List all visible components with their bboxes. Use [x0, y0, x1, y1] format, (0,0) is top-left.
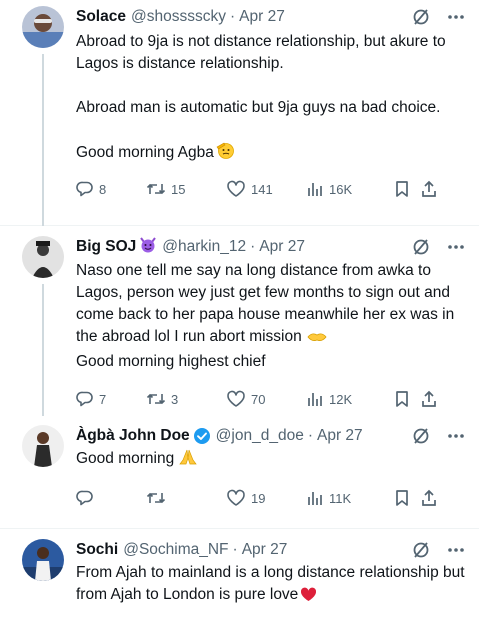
reply-button[interactable]: 7	[76, 390, 146, 408]
smiling-devil-emoji	[139, 236, 157, 259]
more-icon[interactable]	[447, 244, 465, 250]
avatar[interactable]	[22, 539, 64, 581]
more-icon[interactable]	[447, 547, 465, 553]
reply-count: 8	[99, 181, 107, 197]
reply-icon	[76, 490, 93, 506]
like-button[interactable]: 19	[226, 489, 306, 507]
repost-count: 3	[171, 391, 179, 407]
view-count: 16K	[329, 181, 353, 197]
heart-icon	[227, 390, 245, 407]
share-icon	[422, 489, 436, 506]
handle[interactable]: @shosssscky	[131, 8, 226, 26]
bookmark-icon	[396, 490, 408, 506]
thread-line	[42, 54, 44, 226]
handle[interactable]: @jon_d_doe	[216, 427, 304, 445]
bookmark-button[interactable]	[394, 180, 420, 198]
tweet-solace[interactable]: Solace @shosssscky · Apr 27 Abroad to 9j…	[0, 0, 479, 226]
more-icon[interactable]	[447, 14, 465, 20]
view-count: 12K	[329, 391, 353, 407]
repost-button[interactable]: 3	[146, 390, 226, 408]
grok-icon[interactable]	[411, 7, 431, 27]
tweet-text: Naso one tell me say na long distance fr…	[76, 262, 459, 370]
grok-icon[interactable]	[411, 540, 431, 560]
view-count: 11K	[329, 490, 352, 506]
timestamp[interactable]: Apr 27	[317, 427, 363, 445]
repost-button[interactable]	[146, 489, 226, 507]
repost-icon	[146, 183, 166, 195]
heart-icon	[227, 489, 245, 506]
tweet-big-soj[interactable]: Big SOJ @harkin_12 · Apr 27 Naso one tel…	[0, 226, 479, 416]
display-name[interactable]: Big SOJ	[76, 238, 136, 256]
bookmark-button[interactable]	[394, 390, 420, 408]
reply-count: 7	[99, 391, 107, 407]
tweet-sochi[interactable]: Sochi @Sochima_NF · Apr 27 From Ajah to …	[0, 529, 479, 609]
bookmark-icon	[396, 391, 408, 407]
reply-icon	[76, 391, 93, 407]
share-button[interactable]	[420, 489, 442, 507]
tweet-agba-john-doe[interactable]: Àgbà John Doe @jon_d_doe · Apr 27 Good m…	[0, 411, 479, 510]
timestamp[interactable]: Apr 27	[259, 238, 305, 256]
repost-count: 15	[171, 181, 186, 197]
repost-button[interactable]: 15	[146, 180, 226, 198]
tweet-text: From Ajah to mainland is a long distance…	[76, 562, 465, 609]
more-icon[interactable]	[447, 433, 465, 439]
heart-icon	[227, 180, 245, 197]
action-bar: 7 3 70 12K	[76, 387, 465, 411]
views-icon	[308, 492, 322, 505]
share-button[interactable]	[420, 390, 442, 408]
red-heart-emoji	[300, 587, 317, 609]
like-count: 141	[251, 181, 273, 197]
saluting-face-emoji	[216, 141, 235, 167]
display-name[interactable]: Sochi	[76, 541, 118, 559]
reply-button[interactable]	[76, 489, 146, 507]
tweet-text: Good morning	[76, 448, 465, 473]
like-count: 70	[251, 391, 266, 407]
display-name[interactable]: Àgbà John Doe	[76, 427, 190, 445]
share-icon	[422, 390, 436, 407]
timestamp[interactable]: Apr 27	[242, 541, 288, 559]
like-count: 19	[251, 490, 266, 506]
repost-icon	[146, 393, 166, 405]
avatar[interactable]	[22, 236, 64, 278]
views-icon	[308, 183, 322, 196]
bookmark-button[interactable]	[394, 489, 420, 507]
verified-badge-icon	[193, 427, 211, 445]
views-button[interactable]: 11K	[306, 489, 394, 507]
tweet-text: Abroad to 9ja is not distance relationsh…	[76, 31, 465, 167]
timestamp[interactable]: Apr 27	[239, 8, 285, 26]
share-button[interactable]	[420, 180, 442, 198]
repost-icon	[146, 492, 166, 504]
avatar[interactable]	[22, 425, 64, 467]
grok-icon[interactable]	[411, 237, 431, 257]
handle[interactable]: @harkin_12	[162, 238, 246, 256]
views-button[interactable]: 12K	[306, 390, 394, 408]
handle[interactable]: @Sochima_NF	[123, 541, 228, 559]
grok-icon[interactable]	[411, 426, 431, 446]
folded-hands-emoji	[178, 448, 198, 473]
action-bar: 19 11K	[76, 486, 465, 510]
views-icon	[308, 393, 322, 406]
handshake-emoji	[307, 329, 327, 351]
share-icon	[422, 180, 436, 197]
avatar[interactable]	[22, 6, 64, 48]
bookmark-icon	[396, 181, 408, 197]
display-name[interactable]: Solace	[76, 8, 126, 26]
reply-icon	[76, 181, 93, 197]
thread-line	[42, 284, 44, 416]
like-button[interactable]: 141	[226, 180, 306, 198]
views-button[interactable]: 16K	[306, 180, 394, 198]
action-bar: 8 15 141 16K	[76, 177, 465, 201]
reply-button[interactable]: 8	[76, 180, 146, 198]
like-button[interactable]: 70	[226, 390, 306, 408]
